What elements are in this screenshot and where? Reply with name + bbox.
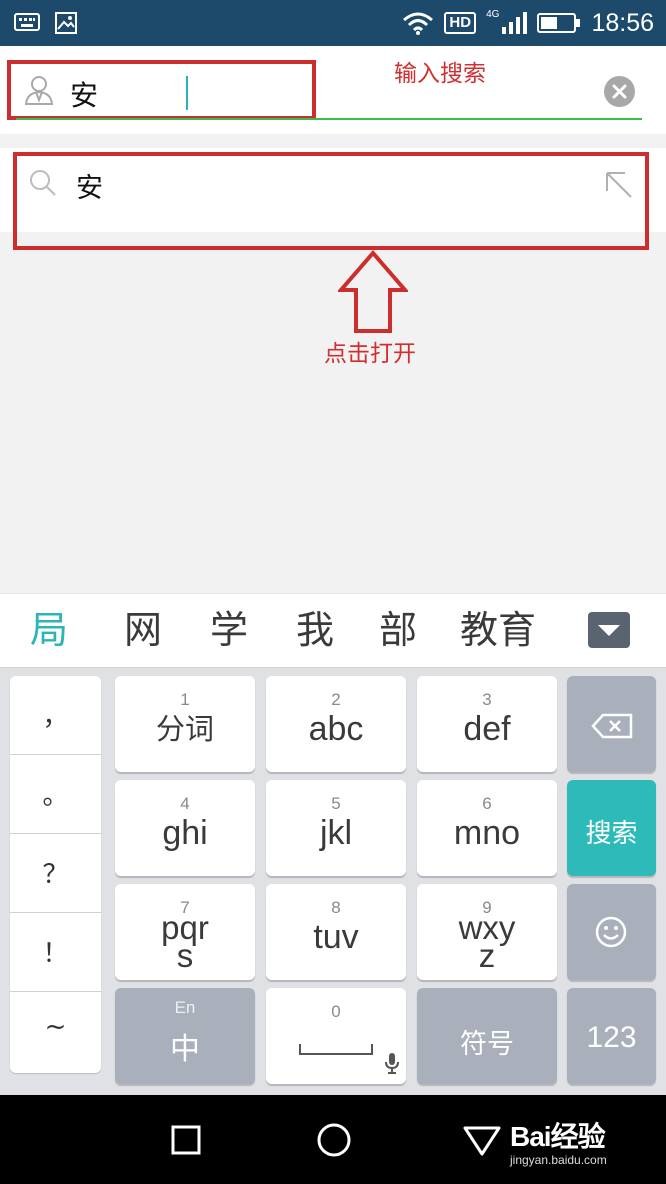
network-type-label: 4G [486, 8, 500, 20]
key-5-jkl[interactable]: 5 jkl [266, 780, 406, 876]
punctuation-key[interactable]: ！ [10, 913, 101, 992]
keyboard-icon [14, 13, 40, 31]
search-underline [16, 118, 642, 120]
punctuation-key[interactable]: ， [10, 676, 101, 755]
candidate-item[interactable]: 网 [124, 608, 162, 652]
punctuation-list[interactable]: ， 。 ？ ！ ~ [10, 676, 101, 1073]
key-3-def[interactable]: 3 def [417, 676, 557, 772]
numbers-key[interactable]: 123 [567, 988, 656, 1084]
search-input[interactable]: 安 [70, 74, 98, 114]
key-7-pqrs[interactable]: 7 pqr s [115, 884, 255, 980]
candidate-item[interactable]: 教育 [460, 608, 536, 652]
space-key[interactable]: 0 [266, 988, 406, 1084]
candidate-item[interactable]: 我 [296, 608, 334, 652]
battery-icon [537, 13, 581, 33]
baidu-jingyan-watermark: Bai经验 jingyan.baidu.com [510, 1121, 607, 1167]
wifi-icon [403, 12, 434, 35]
punctuation-key[interactable]: ？ [10, 834, 101, 913]
search-key[interactable]: 搜索 [567, 780, 656, 876]
search-header: 安 输入搜索 [0, 46, 666, 134]
key-4-ghi[interactable]: 4 ghi [115, 780, 255, 876]
candidate-item[interactable]: 学 [210, 608, 248, 652]
hd-badge: HD [444, 12, 477, 34]
open-annotation: 点击打开 [324, 341, 416, 367]
back-button[interactable] [462, 1125, 502, 1157]
text-cursor [186, 76, 188, 110]
status-bar: HD 4G 18:56 [0, 0, 666, 46]
symbols-key[interactable]: 符号 [417, 988, 557, 1084]
image-icon [55, 12, 77, 34]
emoji-key[interactable] [567, 884, 656, 980]
smiley-icon [595, 916, 627, 948]
language-switch-key[interactable]: En 中 [115, 988, 255, 1084]
backspace-icon [591, 713, 633, 739]
key-8-tuv[interactable]: 8 tuv [266, 884, 406, 980]
key-1-split[interactable]: 1 分词 [115, 676, 255, 772]
recent-apps-button[interactable] [170, 1124, 202, 1156]
up-arrow-icon [338, 250, 408, 333]
punctuation-key[interactable]: ~ [10, 992, 101, 1071]
punctuation-key[interactable]: 。 [10, 755, 101, 834]
key-2-abc[interactable]: 2 abc [266, 676, 406, 772]
close-icon [612, 84, 627, 99]
search-annotation: 输入搜索 [394, 61, 486, 87]
home-button[interactable] [316, 1122, 352, 1158]
space-icon [299, 1044, 373, 1055]
key-6-mno[interactable]: 6 mno [417, 780, 557, 876]
microphone-icon [385, 1053, 399, 1074]
backspace-key[interactable] [567, 676, 656, 772]
signal-icon [502, 12, 528, 34]
suggestion-highlight-box [13, 152, 649, 250]
key-9-wxyz[interactable]: 9 wxy z [417, 884, 557, 980]
candidate-bar: 局 网 学 我 部 教育 [0, 593, 666, 668]
navigation-bar: Bai经验 jingyan.baidu.com [0, 1095, 666, 1184]
candidate-item[interactable]: 局 [30, 608, 68, 652]
collapse-keyboard-button[interactable] [588, 612, 630, 648]
clear-search-button[interactable] [604, 76, 635, 107]
status-time: 18:56 [591, 8, 654, 37]
contact-icon [24, 76, 54, 105]
candidate-item[interactable]: 部 [379, 608, 417, 652]
